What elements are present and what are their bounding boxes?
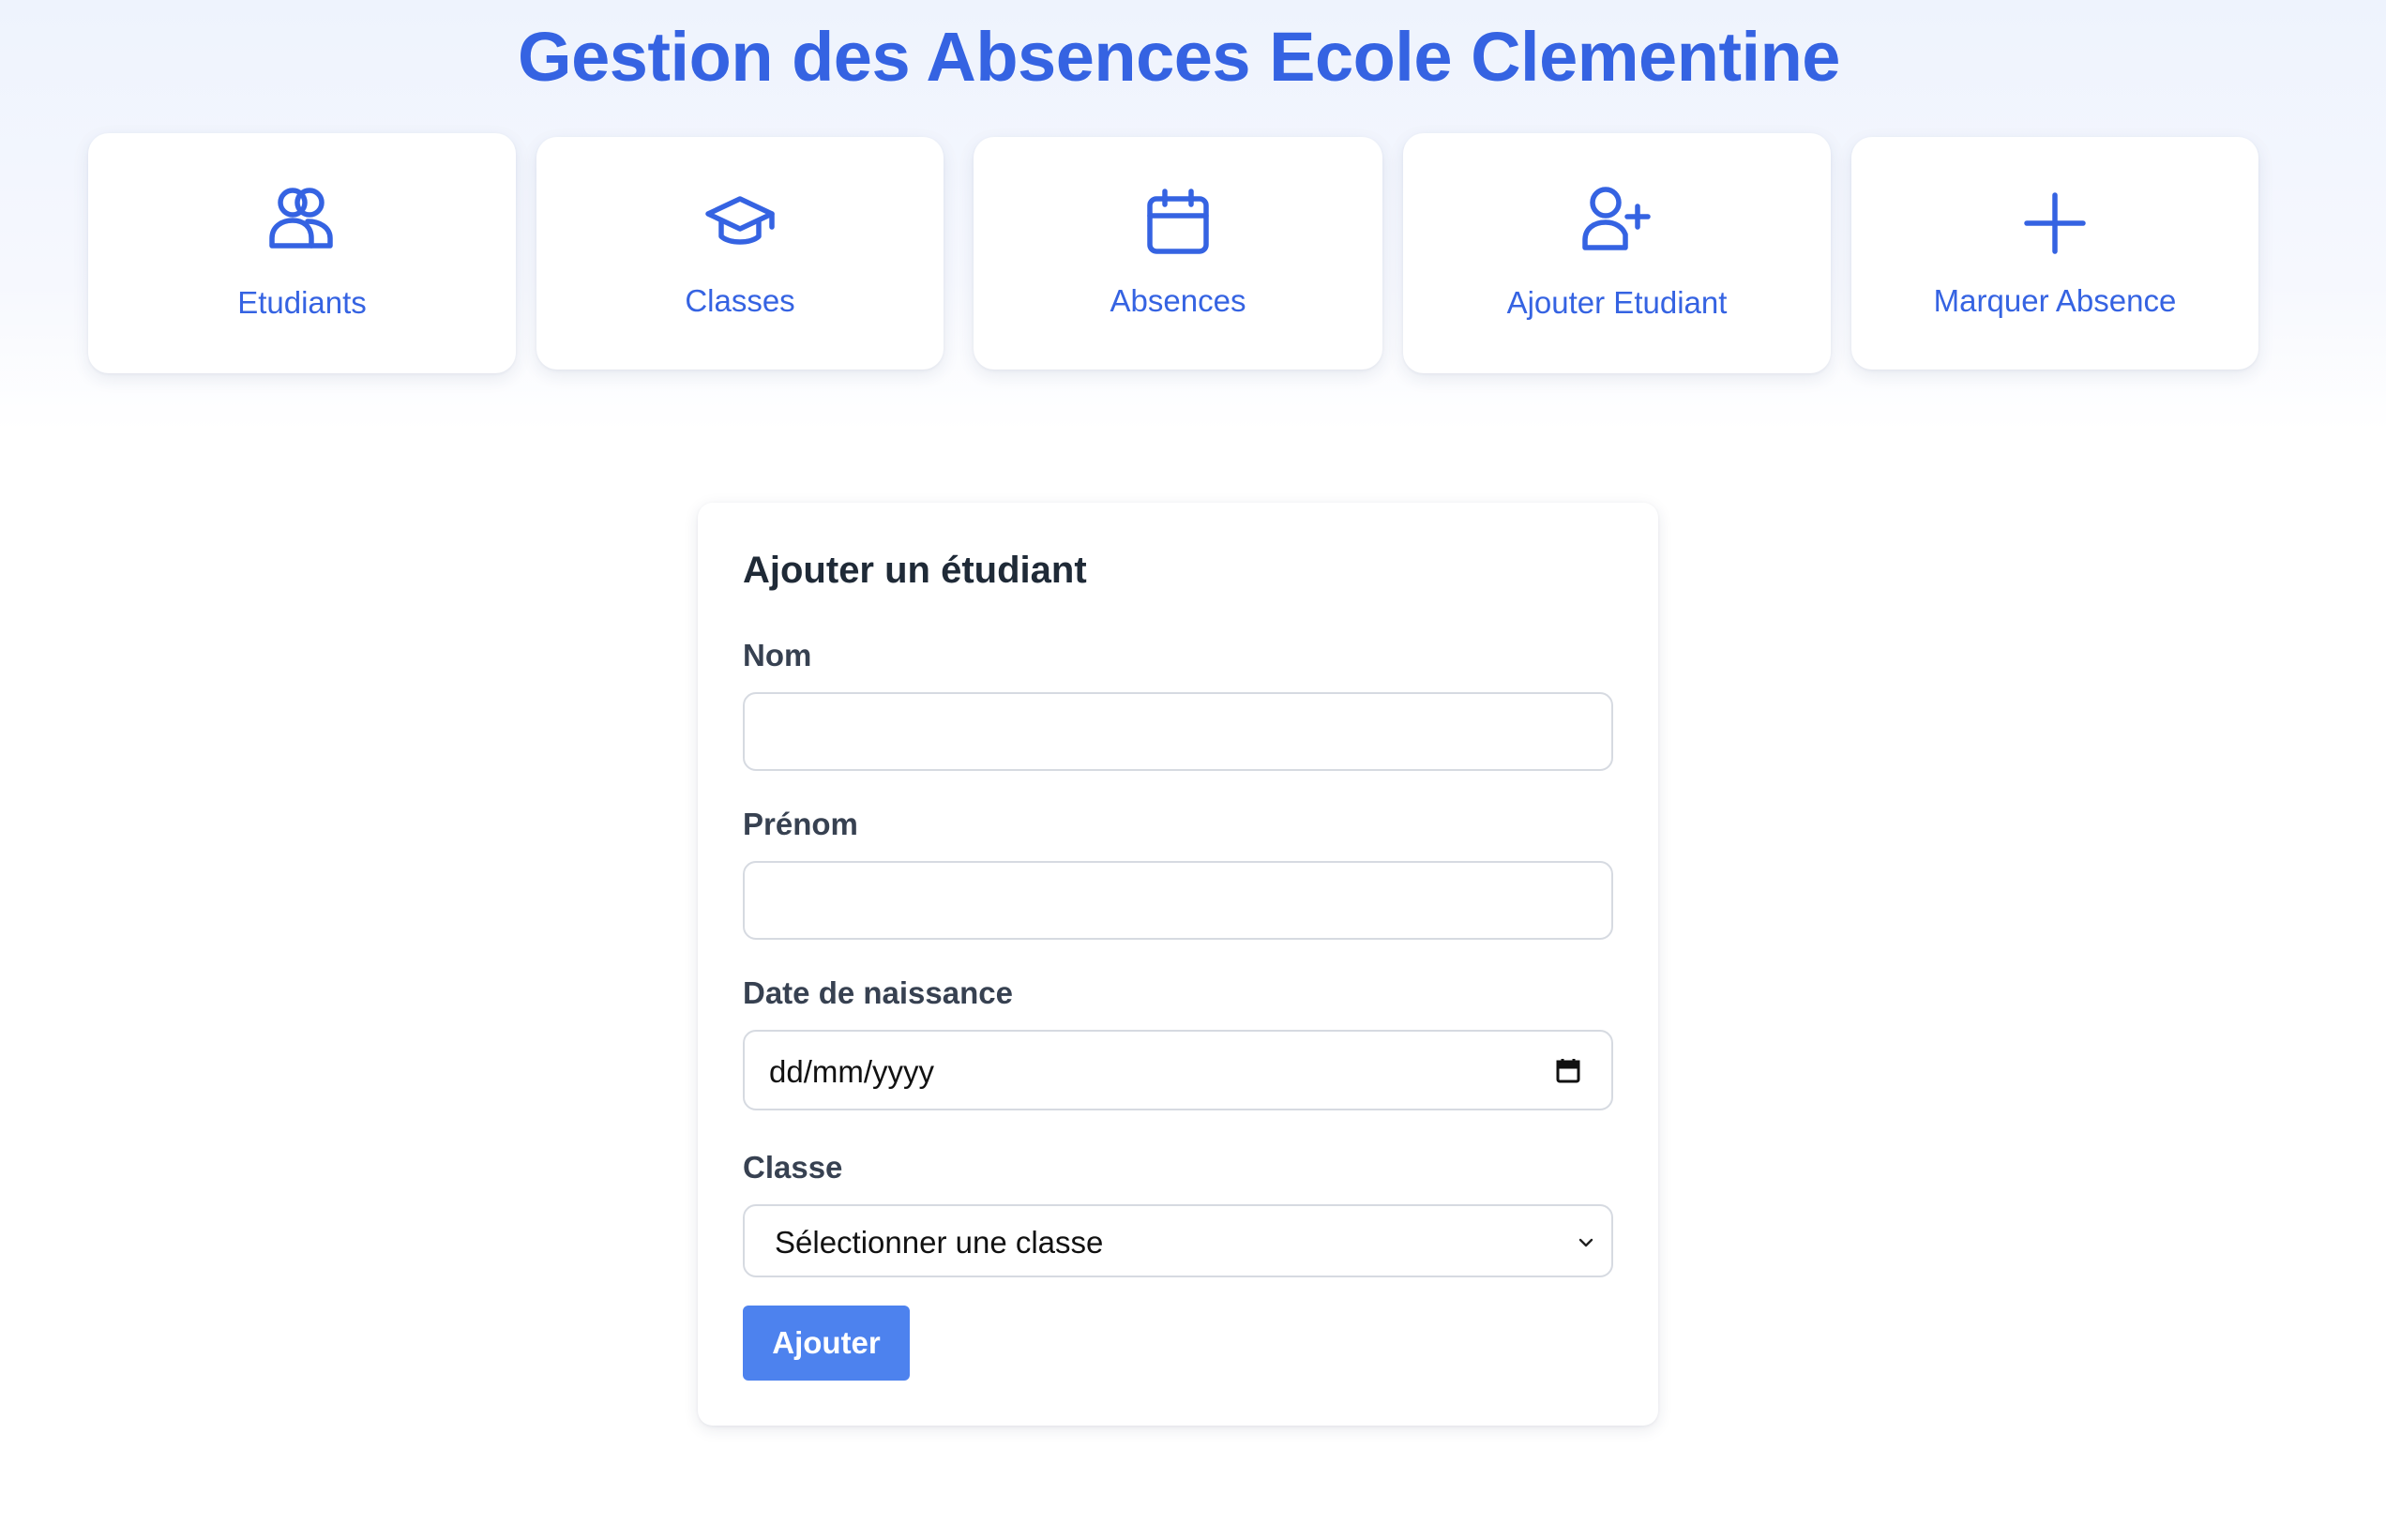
nav-label-ajouter-etudiant: Ajouter Etudiant [1506, 285, 1728, 320]
date-naissance-input[interactable]: dd/mm/yyyy [743, 1030, 1613, 1110]
nav-card-absences[interactable]: Absences [974, 137, 1382, 370]
date-naissance-label: Date de naissance [743, 975, 1013, 1010]
nav-label-marquer-absence: Marquer Absence [1933, 283, 2177, 318]
calendar-icon [1140, 186, 1216, 261]
nav-label-classes: Classes [685, 283, 795, 318]
graduation-cap-icon [702, 186, 778, 261]
prenom-input[interactable] [743, 861, 1613, 940]
classe-select[interactable]: Sélectionner une classe [743, 1204, 1613, 1277]
classe-label: Classe [743, 1150, 843, 1185]
add-student-form: Ajouter un étudiant Nom Prénom Date de n… [698, 503, 1658, 1426]
nav-label-etudiants: Etudiants [237, 285, 367, 320]
form-title: Ajouter un étudiant [743, 550, 1087, 591]
prenom-label: Prénom [743, 807, 858, 841]
date-naissance-value: dd/mm/yyyy [769, 1054, 935, 1089]
nav-card-marquer-absence[interactable]: Marquer Absence [1851, 137, 2258, 370]
nom-input[interactable] [743, 692, 1613, 771]
page-title: Gestion des Absences Ecole Clementine [518, 18, 1840, 96]
ajouter-button[interactable]: Ajouter [743, 1306, 910, 1381]
nav-card-classes[interactable]: Classes [536, 137, 944, 370]
calendar-picker-icon[interactable] [1553, 1056, 1583, 1086]
nav-card-etudiants[interactable]: Etudiants [88, 133, 516, 373]
nav-label-absences: Absences [1110, 283, 1246, 318]
plus-icon [2017, 186, 2092, 261]
chevron-down-icon [1576, 1232, 1596, 1253]
classe-selected-value: Sélectionner une classe [775, 1225, 1104, 1260]
users-icon [264, 182, 340, 257]
nav-card-ajouter-etudiant[interactable]: Ajouter Etudiant [1403, 133, 1831, 373]
nom-label: Nom [743, 638, 812, 672]
user-plus-icon [1579, 182, 1654, 257]
